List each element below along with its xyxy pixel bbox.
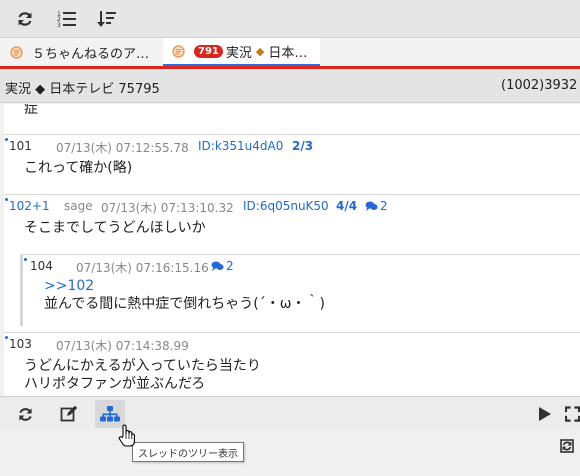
post-item: 103 07/13(木) 07:14:38.99 うどんにかえるが入っていたら当… bbox=[4, 332, 580, 396]
app-window: 1 2 3 ５ちゃんねるのア… 791 実況 ◆ 日本… 実況 ◆ 日本テレビ … bbox=[0, 0, 580, 476]
post-marker bbox=[5, 336, 8, 339]
post-item: 101 07/13(木) 07:12:55.78 ID:k351u4dA0 2/… bbox=[4, 134, 580, 194]
post-number[interactable]: 104 bbox=[30, 259, 53, 273]
board-icon bbox=[10, 45, 23, 59]
post-name: sage bbox=[64, 199, 93, 213]
id-count: 4/4 bbox=[336, 199, 358, 213]
board-icon bbox=[172, 44, 185, 58]
numbered-list-icon: 1 2 3 bbox=[57, 11, 76, 28]
thread-count: (1002)3932 bbox=[501, 78, 578, 93]
reply-count[interactable]: 2 bbox=[205, 259, 234, 273]
thread-header: 実況 ◆ 日本テレビ 75795 (1002)3932 bbox=[0, 69, 580, 103]
post-marker bbox=[5, 138, 8, 141]
refresh-button[interactable] bbox=[11, 5, 39, 33]
post-date: 07/13(木) 07:12:55.78 bbox=[56, 141, 189, 155]
post-marker bbox=[24, 258, 27, 261]
post-id[interactable]: ID:6q05nuK50 bbox=[243, 199, 329, 213]
post-marker bbox=[5, 198, 8, 201]
tab-jikkyo[interactable]: 791 実況 ◆ 日本… bbox=[163, 38, 320, 66]
post-list[interactable]: 症 101 07/13(木) 07:12:55.78 ID:k351u4dA0 … bbox=[4, 104, 580, 396]
tab-label: ５ちゃんねるのア… bbox=[32, 46, 150, 62]
tree-icon bbox=[100, 406, 120, 422]
post-body: 並んでる間に熱中症で倒れちゃう(´・ω・｀) bbox=[44, 296, 325, 312]
post-id[interactable]: ID:k351u4dA0 bbox=[198, 139, 283, 153]
post-number[interactable]: 103 bbox=[9, 337, 32, 351]
tab-label: 日本… bbox=[268, 45, 308, 61]
top-toolbar: 1 2 3 bbox=[0, 0, 580, 38]
play-icon bbox=[539, 407, 551, 421]
thread-title: 実況 ◆ 日本テレビ 75795 bbox=[5, 82, 160, 97]
post-date: 07/13(木) 07:16:15.16 bbox=[76, 261, 209, 275]
diamond-icon: ◆ bbox=[255, 44, 265, 58]
reload-thread-button[interactable] bbox=[10, 400, 40, 428]
refresh-icon bbox=[18, 407, 32, 421]
reply-bubble-icon bbox=[211, 261, 224, 271]
nested-post-item: 104 07/13(木) 07:16:15.16 2 >>102 並んでる間に熱… bbox=[20, 254, 580, 326]
post-item: 症 bbox=[4, 104, 580, 134]
write-post-button[interactable] bbox=[54, 400, 84, 428]
post-body: ハリポタファンが並ぶんだろ bbox=[24, 376, 206, 392]
post-date: 07/13(木) 07:13:10.32 bbox=[101, 201, 234, 215]
play-button[interactable] bbox=[530, 400, 560, 428]
post-body: そこまでしてうどんほしいか bbox=[24, 220, 206, 236]
bottom-toolbar bbox=[0, 396, 580, 430]
post-number[interactable]: 102+1 bbox=[9, 199, 50, 213]
lower-panel bbox=[0, 430, 580, 476]
post-item: 102+1 sage 07/13(木) 07:13:10.32 ID:6q05n… bbox=[4, 194, 580, 254]
expand-button[interactable] bbox=[565, 400, 580, 428]
anchor-link[interactable]: >>102 bbox=[44, 277, 94, 295]
post-body: これって確か(略) bbox=[24, 160, 133, 176]
tab-label: 実況 bbox=[225, 45, 252, 61]
expand-icon bbox=[565, 406, 580, 422]
refresh-icon bbox=[18, 12, 32, 26]
tab-5ch[interactable]: ５ちゃんねるのア… bbox=[0, 38, 163, 66]
reply-bubble-icon bbox=[365, 201, 378, 211]
svg-text:3: 3 bbox=[57, 22, 61, 28]
edit-icon bbox=[60, 405, 78, 422]
sync-button[interactable] bbox=[552, 432, 580, 460]
post-body: うどんにかえるが入っていたら当たり bbox=[24, 358, 261, 374]
tab-bar: ５ちゃんねるのア… 791 実況 ◆ 日本… bbox=[0, 38, 580, 66]
sort-desc-button[interactable] bbox=[93, 5, 121, 33]
post-date: 07/13(木) 07:14:38.99 bbox=[56, 339, 189, 353]
tooltip: スレッドのツリー表示 bbox=[132, 442, 244, 462]
post-body: 症 bbox=[24, 104, 38, 117]
sort-desc-icon bbox=[97, 11, 116, 27]
id-count: 2/3 bbox=[292, 139, 314, 153]
hand-cursor-icon bbox=[118, 424, 135, 447]
reply-count[interactable]: 2 bbox=[359, 199, 388, 213]
numbered-list-button[interactable]: 1 2 3 bbox=[53, 5, 81, 33]
unread-badge: 791 bbox=[194, 44, 223, 58]
post-number[interactable]: 101 bbox=[9, 139, 32, 153]
sync-icon bbox=[560, 439, 574, 453]
